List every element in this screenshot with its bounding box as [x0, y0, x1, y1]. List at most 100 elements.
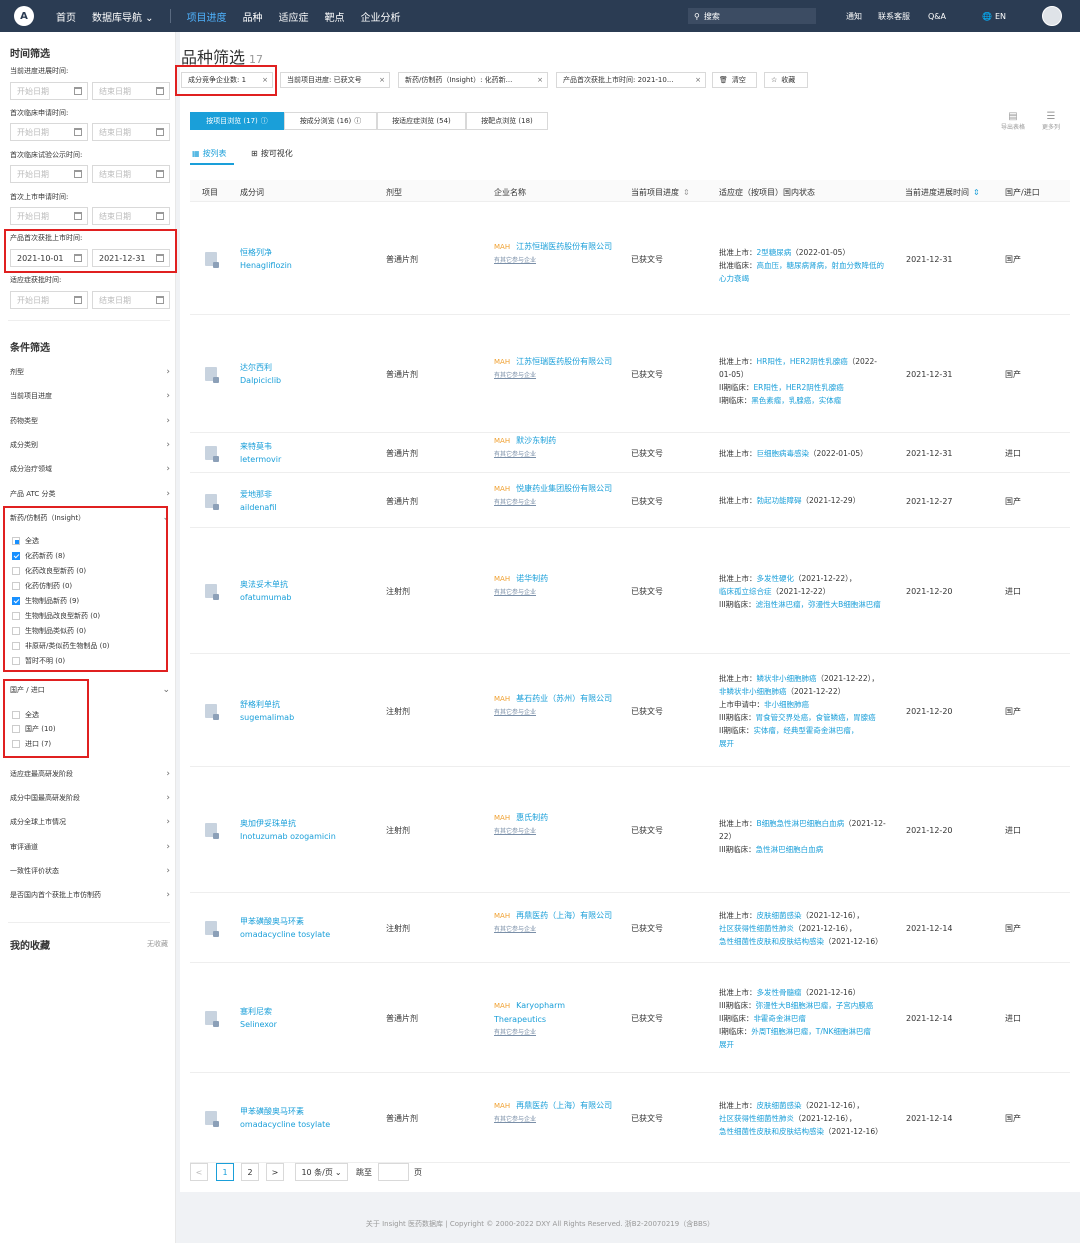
- indication-link[interactable]: 弥漫性大B细胞淋巴瘤，子宫内膜癌: [756, 1001, 874, 1010]
- ingredient-cn-link[interactable]: 来特莫韦: [240, 440, 281, 453]
- goto-page-input[interactable]: [378, 1163, 409, 1181]
- company-link[interactable]: 悦康药业集团股份有限公司: [516, 484, 612, 493]
- filter-drug-type[interactable]: 药物类型 ›: [10, 412, 170, 430]
- table-row[interactable]: 达尔西利 Dalpiciclib 普通片剂 MAH 江苏恒瑞医药股份有限公司 有其它参与企…: [190, 315, 1070, 433]
- avatar[interactable]: [1042, 6, 1062, 26]
- nav-database[interactable]: 数据库导航 ⌄: [92, 9, 154, 24]
- table-row[interactable]: 爱地那非 aildenafil 普通片剂 MAH 悦康药业集团股份有限公司 有其它参与企业…: [190, 473, 1070, 528]
- table-row[interactable]: 奥法妥木单抗 ofatumumab 注射剂 MAH 诺华制药 有其它参与企业 已获文号 批准上…: [190, 528, 1070, 654]
- start-date-input[interactable]: 开始日期: [10, 82, 88, 100]
- indication-link[interactable]: 非霍奇金淋巴瘤: [753, 1014, 806, 1023]
- ingredient-cn-link[interactable]: 塞利尼索: [240, 1005, 277, 1018]
- filter-atc[interactable]: 产品 ATC 分类 ›: [10, 485, 170, 503]
- company-link[interactable]: 默沙东制药: [516, 436, 556, 445]
- ingredient-cell[interactable]: 爱地那非 aildenafil: [240, 488, 277, 514]
- more-company-link[interactable]: 有其它参与企业: [494, 825, 614, 838]
- notification-link[interactable]: 通知: [846, 0, 862, 32]
- table-row[interactable]: 舒格利单抗 sugemalimab 注射剂 MAH 基石药业（苏州）有限公司 有其它参与企…: [190, 654, 1070, 767]
- ingredient-cell[interactable]: 奥加伊妥珠单抗 Inotuzumab ozogamicin: [240, 817, 336, 843]
- table-row[interactable]: 来特莫韦 letermovir 普通片剂 MAH 默沙东制药 有其它参与企业 已获文号 批准上…: [190, 433, 1070, 473]
- more-company-link[interactable]: 有其它参与企业: [494, 254, 614, 267]
- column-header-sortable[interactable]: 当前进度进展时间 ⇕: [905, 187, 980, 198]
- ingredient-cn-link[interactable]: 爱地那非: [240, 488, 277, 501]
- page-size-select[interactable]: 10 条/页 ⌄: [295, 1163, 348, 1181]
- subtab-list[interactable]: ▦ 按列表: [192, 148, 227, 159]
- more-company-link[interactable]: 有其它参与企业: [494, 706, 614, 719]
- nav-company-analysis[interactable]: 企业分析: [361, 9, 401, 24]
- indication-link[interactable]: 社区获得性细菌性肺炎: [719, 1114, 794, 1123]
- ingredient-en-link[interactable]: Henagliflozin: [240, 259, 292, 272]
- expand-link[interactable]: 展开: [719, 1038, 889, 1051]
- close-icon[interactable]: ×: [379, 76, 385, 84]
- ingredient-en-link[interactable]: omadacycline tosylate: [240, 928, 330, 941]
- indication-link[interactable]: 临床孤立综合症: [719, 587, 772, 596]
- filter-more[interactable]: 适应症最高研发阶段 ›: [10, 765, 170, 783]
- indication-link[interactable]: 社区获得性细菌性肺炎: [719, 924, 794, 933]
- filter-tag[interactable]: 新药/仿制药（Insight）: 化药新... ×: [398, 72, 548, 88]
- more-company-link[interactable]: 有其它参与企业: [494, 496, 614, 509]
- filter-tag[interactable]: 当前项目进度: 已获文号 ×: [280, 72, 390, 88]
- export-table-button[interactable]: ▤ 导出表格: [998, 111, 1028, 131]
- search-input[interactable]: ⚲ 搜索: [688, 8, 816, 24]
- start-date-input[interactable]: 开始日期: [10, 291, 88, 309]
- ingredient-cell[interactable]: 达尔西利 Dalpiciclib: [240, 361, 281, 387]
- company-link[interactable]: 诺华制药: [516, 574, 548, 583]
- indication-link[interactable]: 多发性骨髓瘤: [757, 988, 802, 997]
- ingredient-cn-link[interactable]: 奥法妥木单抗: [240, 578, 291, 591]
- end-date-input[interactable]: 结束日期: [92, 82, 170, 100]
- indication-link[interactable]: 实体瘤，经典型霍奇金淋巴瘤，: [753, 726, 858, 735]
- indication-link[interactable]: 皮肤细菌感染: [757, 1101, 802, 1110]
- filter-tag[interactable]: 产品首次获批上市时间: 2021-10... ×: [556, 72, 706, 88]
- company-link[interactable]: 江苏恒瑞医药股份有限公司: [516, 357, 612, 366]
- more-columns-button[interactable]: ☰ 更多列: [1036, 111, 1066, 131]
- indication-link[interactable]: B细胞急性淋巴细胞白血病: [757, 819, 845, 828]
- ingredient-cell[interactable]: 来特莫韦 letermovir: [240, 440, 281, 466]
- close-icon[interactable]: ×: [537, 76, 543, 84]
- start-date-input[interactable]: 开始日期: [10, 207, 88, 225]
- ingredient-cn-link[interactable]: 舒格利单抗: [240, 698, 294, 711]
- ingredient-cell[interactable]: 奥法妥木单抗 ofatumumab: [240, 578, 291, 604]
- nav-indication[interactable]: 适应症: [279, 9, 309, 24]
- filter-more[interactable]: 一致性评价状态 ›: [10, 862, 170, 880]
- ingredient-cell[interactable]: 恒格列净 Henagliflozin: [240, 246, 292, 272]
- indication-link[interactable]: 巨细胞病毒感染: [757, 449, 810, 458]
- tab-by-target[interactable]: 按靶点浏览 (18): [466, 112, 548, 130]
- filter-more[interactable]: 成分全球上市情况 ›: [10, 813, 170, 831]
- indication-link[interactable]: 急性细菌性皮肤和皮肤结构感染: [719, 937, 824, 946]
- column-header-sortable[interactable]: 当前项目进度 ⇕: [631, 187, 690, 198]
- subtab-visualization[interactable]: ⊞ 按可视化: [251, 148, 293, 159]
- ingredient-cn-link[interactable]: 甲苯磺酸奥马环素: [240, 1105, 330, 1118]
- indication-link[interactable]: 皮肤细菌感染: [757, 911, 802, 920]
- end-date-input[interactable]: 结束日期: [92, 207, 170, 225]
- more-company-link[interactable]: 有其它参与企业: [494, 448, 614, 461]
- company-link[interactable]: 再鼎医药（上海）有限公司: [516, 1101, 612, 1110]
- filter-project-progress[interactable]: 当前项目进度 ›: [10, 387, 170, 405]
- more-company-link[interactable]: 有其它参与企业: [494, 923, 614, 936]
- ingredient-cell[interactable]: 甲苯磺酸奥马环素 omadacycline tosylate: [240, 1105, 330, 1131]
- close-icon[interactable]: ×: [695, 76, 701, 84]
- filter-more[interactable]: 是否国内首个获批上市仿制药 ›: [10, 886, 170, 904]
- indication-link[interactable]: 多发性硬化: [757, 574, 795, 583]
- ingredient-en-link[interactable]: Selinexor: [240, 1018, 277, 1031]
- filter-more[interactable]: 成分中国最高研发阶段 ›: [10, 789, 170, 807]
- ingredient-cell[interactable]: 舒格利单抗 sugemalimab: [240, 698, 294, 724]
- ingredient-en-link[interactable]: letermovir: [240, 453, 281, 466]
- ingredient-en-link[interactable]: Dalpiciclib: [240, 374, 281, 387]
- nav-target[interactable]: 靶点: [325, 9, 345, 24]
- table-row[interactable]: 恒格列净 Henagliflozin 普通片剂 MAH 江苏恒瑞医药股份有限公司 有其它参…: [190, 202, 1070, 315]
- company-link[interactable]: 基石药业（苏州）有限公司: [516, 694, 612, 703]
- ingredient-cn-link[interactable]: 达尔西利: [240, 361, 281, 374]
- ingredient-en-link[interactable]: ofatumumab: [240, 591, 291, 604]
- nav-project-progress[interactable]: 项目进度: [187, 9, 227, 24]
- nav-home[interactable]: 首页: [56, 9, 76, 24]
- indication-link[interactable]: 急性细菌性皮肤和皮肤结构感染: [719, 1127, 824, 1136]
- tab-by-project[interactable]: 按项目浏览 (17) ⓘ: [190, 112, 284, 130]
- tab-by-indication[interactable]: 按适应症浏览 (54): [377, 112, 466, 130]
- ingredient-cn-link[interactable]: 奥加伊妥珠单抗: [240, 817, 336, 830]
- indication-link[interactable]: 急性淋巴细胞白血病: [756, 845, 824, 854]
- more-company-link[interactable]: 有其它参与企业: [494, 1026, 614, 1039]
- filter-therapeutic-area[interactable]: 成分治疗领域 ›: [10, 460, 170, 478]
- indication-link[interactable]: 非鳞状非小细胞肺癌: [719, 687, 787, 696]
- indication-link[interactable]: ER阳性，HER2阴性乳腺癌: [753, 383, 843, 392]
- filter-more[interactable]: 审评通道 ›: [10, 838, 170, 856]
